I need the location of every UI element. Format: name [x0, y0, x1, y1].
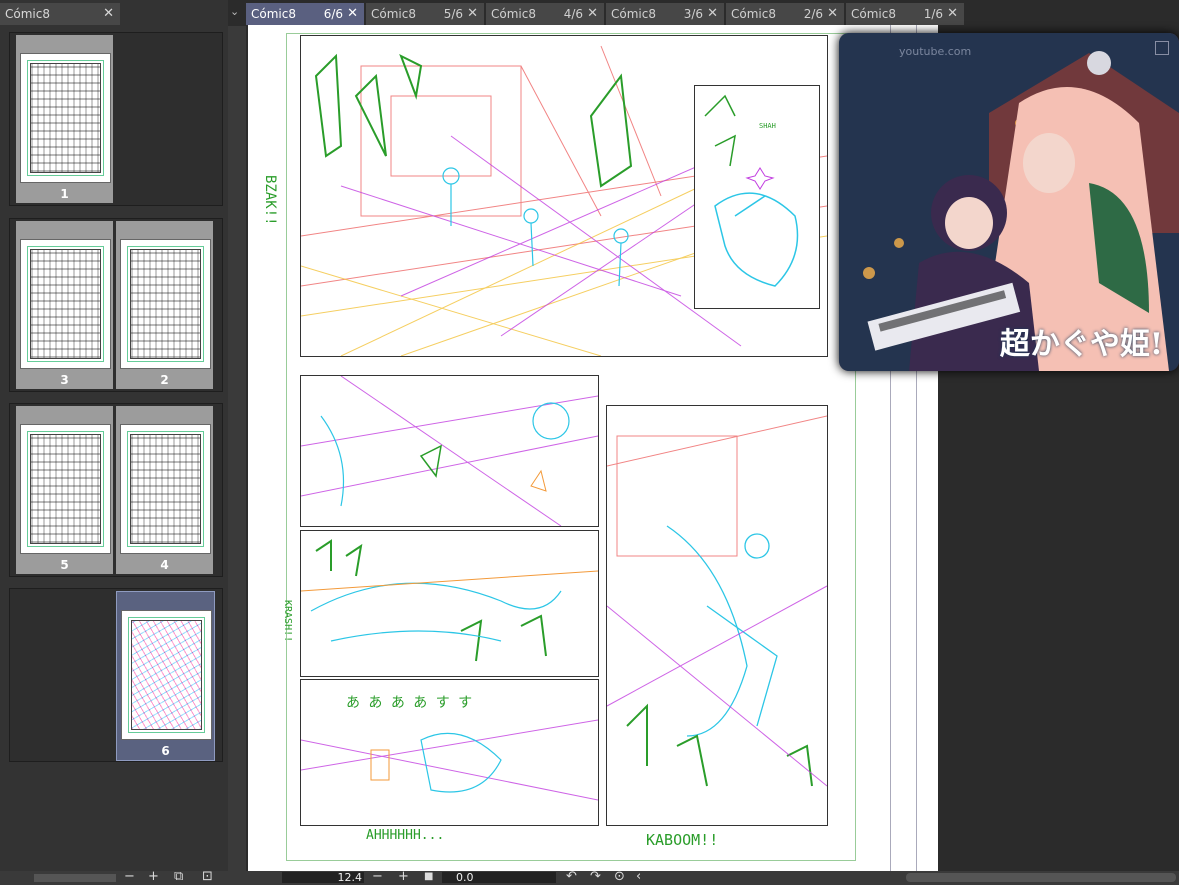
comic-panel-3[interactable] — [300, 530, 599, 677]
page-manager-tab[interactable]: Cómic8 ✕ — [0, 3, 120, 25]
spread-4: 6 — [9, 588, 223, 762]
comic-page-canvas[interactable]: SHAH あ あ あ あ す す BZAK!! KRASH!! AHHHHHH.… — [248, 25, 938, 871]
close-icon[interactable]: ✕ — [947, 3, 958, 25]
page-settings-icon[interactable]: ⊡ — [202, 869, 213, 884]
page-number: 4 — [160, 558, 169, 572]
rotation-angle-field[interactable]: 0.0 — [442, 872, 512, 883]
rotation-slider[interactable] — [504, 872, 556, 883]
close-icon[interactable]: ✕ — [347, 3, 358, 25]
spread-2: 3 2 — [9, 218, 223, 392]
fit-view-button[interactable]: ■ — [424, 871, 433, 882]
tab-page-count: 5/6 — [443, 7, 463, 21]
tab-page-3[interactable]: Cómic8 3/6 ✕ — [606, 3, 724, 25]
page-number: 6 — [161, 744, 170, 758]
sketch-drawing — [301, 376, 598, 526]
page-manager-toolbar: − + ⧉ ⊡ — [0, 869, 246, 885]
sketch-drawing — [301, 539, 598, 662]
close-icon[interactable]: ✕ — [707, 3, 718, 25]
comic-panel-2[interactable] — [300, 375, 599, 527]
zoom-in-button[interactable]: + — [398, 869, 409, 884]
page-number: 3 — [60, 373, 69, 387]
page-thumbnail-6[interactable]: 6 — [116, 591, 215, 761]
reset-rotation-icon[interactable]: ⊙ — [614, 869, 625, 884]
zoom-in-button[interactable]: + — [148, 869, 159, 884]
tab-label: Cómic8 — [491, 7, 536, 21]
sfx-label: KRASH!! — [282, 600, 293, 643]
page-preview — [20, 424, 111, 554]
zoom-out-button[interactable]: − — [372, 869, 383, 884]
tab-page-6[interactable]: Cómic8 6/6 ✕ — [246, 3, 364, 25]
close-icon[interactable]: ✕ — [827, 3, 838, 25]
zoom-level-field[interactable]: 12.4 — [326, 872, 364, 883]
page-number: 2 — [160, 373, 169, 387]
comic-panel-4[interactable]: あ あ あ あ す す — [300, 679, 599, 826]
tab-label: Cómic8 — [371, 7, 416, 21]
sfx-label: あ あ あ あ す す — [346, 695, 473, 711]
tab-page-count: 3/6 — [683, 7, 703, 21]
rotate-left-icon[interactable]: ↶ — [566, 869, 577, 884]
sfx-label: AHHHHHH... — [366, 828, 445, 843]
close-icon[interactable]: ✕ — [587, 3, 598, 25]
chevron-left-icon[interactable]: ‹ — [636, 869, 641, 884]
sfx-label: BZAK!! — [262, 175, 278, 226]
comic-panel-5[interactable] — [606, 405, 828, 826]
tab-label: Cómic8 — [851, 7, 896, 21]
expand-icon[interactable] — [1155, 41, 1169, 55]
spread-3: 5 4 — [9, 403, 223, 577]
tab-page-5[interactable]: Cómic8 5/6 ✕ — [366, 3, 484, 25]
page-preview — [20, 239, 111, 369]
spread-view-icon[interactable]: ⧉ — [174, 869, 183, 884]
tab-page-count: 2/6 — [803, 7, 823, 21]
tab-page-2[interactable]: Cómic8 2/6 ✕ — [726, 3, 844, 25]
sketch-drawing — [704, 94, 799, 287]
zoom-out-button[interactable]: − — [124, 869, 135, 884]
page-preview — [20, 53, 111, 183]
tab-label: Cómic8 — [611, 7, 656, 21]
spread-1: 1 — [9, 32, 223, 206]
page-manager-scrollbar[interactable] — [228, 26, 246, 871]
tab-page-count: 6/6 — [323, 7, 343, 21]
page-preview — [120, 424, 211, 554]
page-thumbnail-3[interactable]: 3 — [16, 221, 113, 389]
sketch-drawing — [607, 415, 827, 787]
page-manager-panel: Cómic8 ✕ 1 3 2 5 4 6 — [0, 0, 228, 885]
close-icon[interactable]: ✕ — [103, 3, 114, 25]
tab-page-count: 1/6 — [923, 7, 943, 21]
page-number: 5 — [60, 558, 69, 572]
cover-title-logo: 超かぐや姫! — [999, 327, 1163, 362]
comic-panel-inset[interactable]: SHAH — [694, 85, 820, 309]
tab-label: Cómic8 — [731, 7, 776, 21]
page-thumbnail-2[interactable]: 2 — [116, 221, 213, 389]
thumbnail-size-slider[interactable] — [34, 874, 116, 882]
tab-label: Cómic8 — [251, 7, 296, 21]
document-tab-bar: Cómic8 6/6 ✕ Cómic8 5/6 ✕ Cómic8 4/6 ✕ C… — [246, 3, 1179, 25]
canvas-status-bar: 12.4 − + ■ 0.0 ↶ ↷ ⊙ ‹ — [246, 869, 1179, 885]
rotate-right-icon[interactable]: ↷ — [590, 869, 601, 884]
page-thumbnail-5[interactable]: 5 — [16, 406, 113, 574]
horizontal-scrollbar[interactable] — [906, 873, 1176, 882]
sfx-label: SHAH — [759, 122, 776, 130]
page-thumbnail-4[interactable]: 4 — [116, 406, 213, 574]
close-icon[interactable]: ✕ — [467, 3, 478, 25]
chevron-down-icon[interactable]: ⌄ — [230, 5, 239, 18]
watermark-text: youtube.com — [899, 45, 972, 58]
page-preview — [120, 239, 211, 369]
tab-page-1[interactable]: Cómic8 1/6 ✕ — [846, 3, 964, 25]
page-thumbnail-1[interactable]: 1 — [16, 35, 113, 203]
page-preview — [121, 610, 212, 740]
tab-page-count: 4/6 — [563, 7, 583, 21]
reference-image-window[interactable]: youtube.com 超かぐや姫! — [839, 33, 1179, 371]
tab-page-4[interactable]: Cómic8 4/6 ✕ — [486, 3, 604, 25]
sfx-label: KABOOM!! — [646, 831, 719, 849]
page-manager-tab-label: Cómic8 — [5, 7, 50, 21]
page-number: 1 — [60, 187, 69, 201]
